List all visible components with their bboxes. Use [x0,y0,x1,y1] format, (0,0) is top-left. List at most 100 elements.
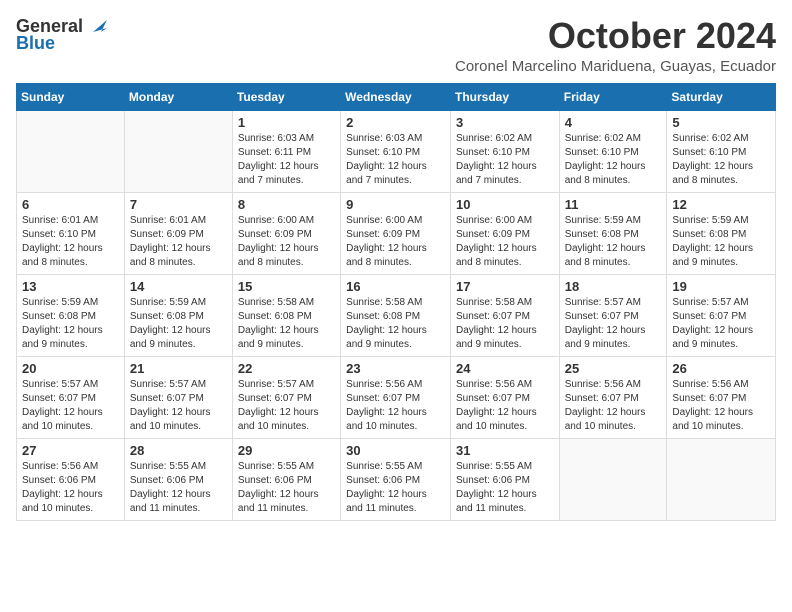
weekday-header-sunday: Sunday [17,83,125,110]
day-number: 13 [22,279,119,294]
day-info: Sunrise: 6:02 AM Sunset: 6:10 PM Dayligh… [456,132,554,188]
calendar-cell: 20 Sunrise: 5:57 AM Sunset: 6:07 PM Dayli… [17,356,125,438]
day-number: 26 [672,361,770,376]
day-info: Sunrise: 5:57 AM Sunset: 6:07 PM Dayligh… [672,296,770,352]
calendar-cell: 22 Sunrise: 5:57 AM Sunset: 6:07 PM Dayli… [232,356,340,438]
day-number: 15 [238,279,335,294]
calendar-cell: 3 Sunrise: 6:02 AM Sunset: 6:10 PM Daylig… [450,110,559,192]
day-number: 9 [346,197,445,212]
day-number: 28 [130,443,227,458]
day-info: Sunrise: 5:59 AM Sunset: 6:08 PM Dayligh… [22,296,119,352]
day-number: 17 [456,279,554,294]
day-number: 25 [565,361,662,376]
calendar-cell: 2 Sunrise: 6:03 AM Sunset: 6:10 PM Daylig… [341,110,451,192]
day-info: Sunrise: 6:00 AM Sunset: 6:09 PM Dayligh… [456,214,554,270]
weekday-header-row: SundayMondayTuesdayWednesdayThursdayFrid… [17,83,776,110]
weekday-header-thursday: Thursday [450,83,559,110]
day-info: Sunrise: 5:58 AM Sunset: 6:07 PM Dayligh… [456,296,554,352]
day-number: 30 [346,443,445,458]
day-info: Sunrise: 5:56 AM Sunset: 6:07 PM Dayligh… [456,378,554,434]
calendar-cell: 27 Sunrise: 5:56 AM Sunset: 6:06 PM Dayli… [17,438,125,520]
day-number: 11 [565,197,662,212]
calendar-week-row: 1Sunrise: 6:03 AM Sunset: 6:11 PM Daylig… [17,110,776,192]
day-number: 7 [130,197,227,212]
day-info: Sunrise: 6:02 AM Sunset: 6:10 PM Dayligh… [672,132,770,188]
day-info: Sunrise: 5:55 AM Sunset: 6:06 PM Dayligh… [238,460,335,516]
day-number: 22 [238,361,335,376]
calendar-cell: 5 Sunrise: 6:02 AM Sunset: 6:10 PM Daylig… [667,110,776,192]
day-info: Sunrise: 5:59 AM Sunset: 6:08 PM Dayligh… [672,214,770,270]
day-info: Sunrise: 6:03 AM Sunset: 6:11 PM Dayligh… [238,132,335,188]
month-title: October 2024 [455,16,776,56]
calendar-cell: 17 Sunrise: 5:58 AM Sunset: 6:07 PM Dayli… [450,274,559,356]
day-info: Sunrise: 5:55 AM Sunset: 6:06 PM Dayligh… [346,460,445,516]
day-number: 23 [346,361,445,376]
calendar-cell: 18 Sunrise: 5:57 AM Sunset: 6:07 PM Dayli… [559,274,667,356]
calendar-table: SundayMondayTuesdayWednesdayThursdayFrid… [16,83,776,521]
location: Coronel Marcelino Mariduena, Guayas, Ecu… [455,58,776,75]
day-number: 2 [346,115,445,130]
calendar-cell [559,438,667,520]
weekday-header-friday: Friday [559,83,667,110]
day-info: Sunrise: 5:56 AM Sunset: 6:07 PM Dayligh… [346,378,445,434]
day-info: Sunrise: 5:58 AM Sunset: 6:08 PM Dayligh… [346,296,445,352]
day-info: Sunrise: 5:58 AM Sunset: 6:08 PM Dayligh… [238,296,335,352]
calendar-cell: 15 Sunrise: 5:58 AM Sunset: 6:08 PM Dayli… [232,274,340,356]
day-info: Sunrise: 5:56 AM Sunset: 6:07 PM Dayligh… [672,378,770,434]
day-number: 10 [456,197,554,212]
page-header: General Blue October 2024 Coronel Marcel… [16,16,776,75]
calendar-week-row: 6Sunrise: 6:01 AM Sunset: 6:10 PM Daylig… [17,192,776,274]
day-number: 27 [22,443,119,458]
day-info: Sunrise: 6:02 AM Sunset: 6:10 PM Dayligh… [565,132,662,188]
day-info: Sunrise: 5:57 AM Sunset: 6:07 PM Dayligh… [565,296,662,352]
day-info: Sunrise: 5:57 AM Sunset: 6:07 PM Dayligh… [22,378,119,434]
day-number: 8 [238,197,335,212]
day-number: 20 [22,361,119,376]
calendar-cell: 29 Sunrise: 5:55 AM Sunset: 6:06 PM Dayli… [232,438,340,520]
day-number: 19 [672,279,770,294]
day-info: Sunrise: 5:59 AM Sunset: 6:08 PM Dayligh… [130,296,227,352]
calendar-cell: 21Sunrise: 5:57 AM Sunset: 6:07 PM Dayli… [124,356,232,438]
calendar-cell: 13 Sunrise: 5:59 AM Sunset: 6:08 PM Dayli… [17,274,125,356]
logo-bird-icon [85,14,107,36]
logo: General Blue [16,16,107,54]
calendar-cell [17,110,125,192]
weekday-header-saturday: Saturday [667,83,776,110]
day-info: Sunrise: 6:01 AM Sunset: 6:09 PM Dayligh… [130,214,227,270]
calendar-cell [124,110,232,192]
day-info: Sunrise: 6:01 AM Sunset: 6:10 PM Dayligh… [22,214,119,270]
calendar-cell: 7 Sunrise: 6:01 AM Sunset: 6:09 PM Daylig… [124,192,232,274]
day-info: Sunrise: 5:56 AM Sunset: 6:07 PM Dayligh… [565,378,662,434]
calendar-cell: 19 Sunrise: 5:57 AM Sunset: 6:07 PM Dayli… [667,274,776,356]
day-number: 29 [238,443,335,458]
day-info: Sunrise: 5:59 AM Sunset: 6:08 PM Dayligh… [565,214,662,270]
calendar-body: 1Sunrise: 6:03 AM Sunset: 6:11 PM Daylig… [17,110,776,520]
calendar-cell: 9Sunrise: 6:00 AM Sunset: 6:09 PM Daylig… [341,192,451,274]
weekday-header-wednesday: Wednesday [341,83,451,110]
calendar-cell: 14Sunrise: 5:59 AM Sunset: 6:08 PM Dayli… [124,274,232,356]
calendar-cell: 31 Sunrise: 5:55 AM Sunset: 6:06 PM Dayli… [450,438,559,520]
calendar-week-row: 20 Sunrise: 5:57 AM Sunset: 6:07 PM Dayli… [17,356,776,438]
day-info: Sunrise: 5:55 AM Sunset: 6:06 PM Dayligh… [456,460,554,516]
day-number: 5 [672,115,770,130]
calendar-cell: 6Sunrise: 6:01 AM Sunset: 6:10 PM Daylig… [17,192,125,274]
day-number: 24 [456,361,554,376]
calendar-cell: 8Sunrise: 6:00 AM Sunset: 6:09 PM Daylig… [232,192,340,274]
title-section: October 2024 Coronel Marcelino Mariduena… [455,16,776,75]
calendar-cell: 28 Sunrise: 5:55 AM Sunset: 6:06 PM Dayli… [124,438,232,520]
calendar-week-row: 27 Sunrise: 5:56 AM Sunset: 6:06 PM Dayli… [17,438,776,520]
calendar-cell: 12Sunrise: 5:59 AM Sunset: 6:08 PM Dayli… [667,192,776,274]
day-number: 18 [565,279,662,294]
day-number: 21 [130,361,227,376]
calendar-week-row: 13 Sunrise: 5:59 AM Sunset: 6:08 PM Dayli… [17,274,776,356]
day-info: Sunrise: 5:55 AM Sunset: 6:06 PM Dayligh… [130,460,227,516]
calendar-cell: 26 Sunrise: 5:56 AM Sunset: 6:07 PM Dayli… [667,356,776,438]
day-number: 31 [456,443,554,458]
calendar-cell: 30 Sunrise: 5:55 AM Sunset: 6:06 PM Dayli… [341,438,451,520]
day-info: Sunrise: 5:56 AM Sunset: 6:06 PM Dayligh… [22,460,119,516]
calendar-cell: 23 Sunrise: 5:56 AM Sunset: 6:07 PM Dayli… [341,356,451,438]
day-number: 3 [456,115,554,130]
day-info: Sunrise: 5:57 AM Sunset: 6:07 PM Dayligh… [238,378,335,434]
day-info: Sunrise: 6:03 AM Sunset: 6:10 PM Dayligh… [346,132,445,188]
calendar-cell: 4Sunrise: 6:02 AM Sunset: 6:10 PM Daylig… [559,110,667,192]
